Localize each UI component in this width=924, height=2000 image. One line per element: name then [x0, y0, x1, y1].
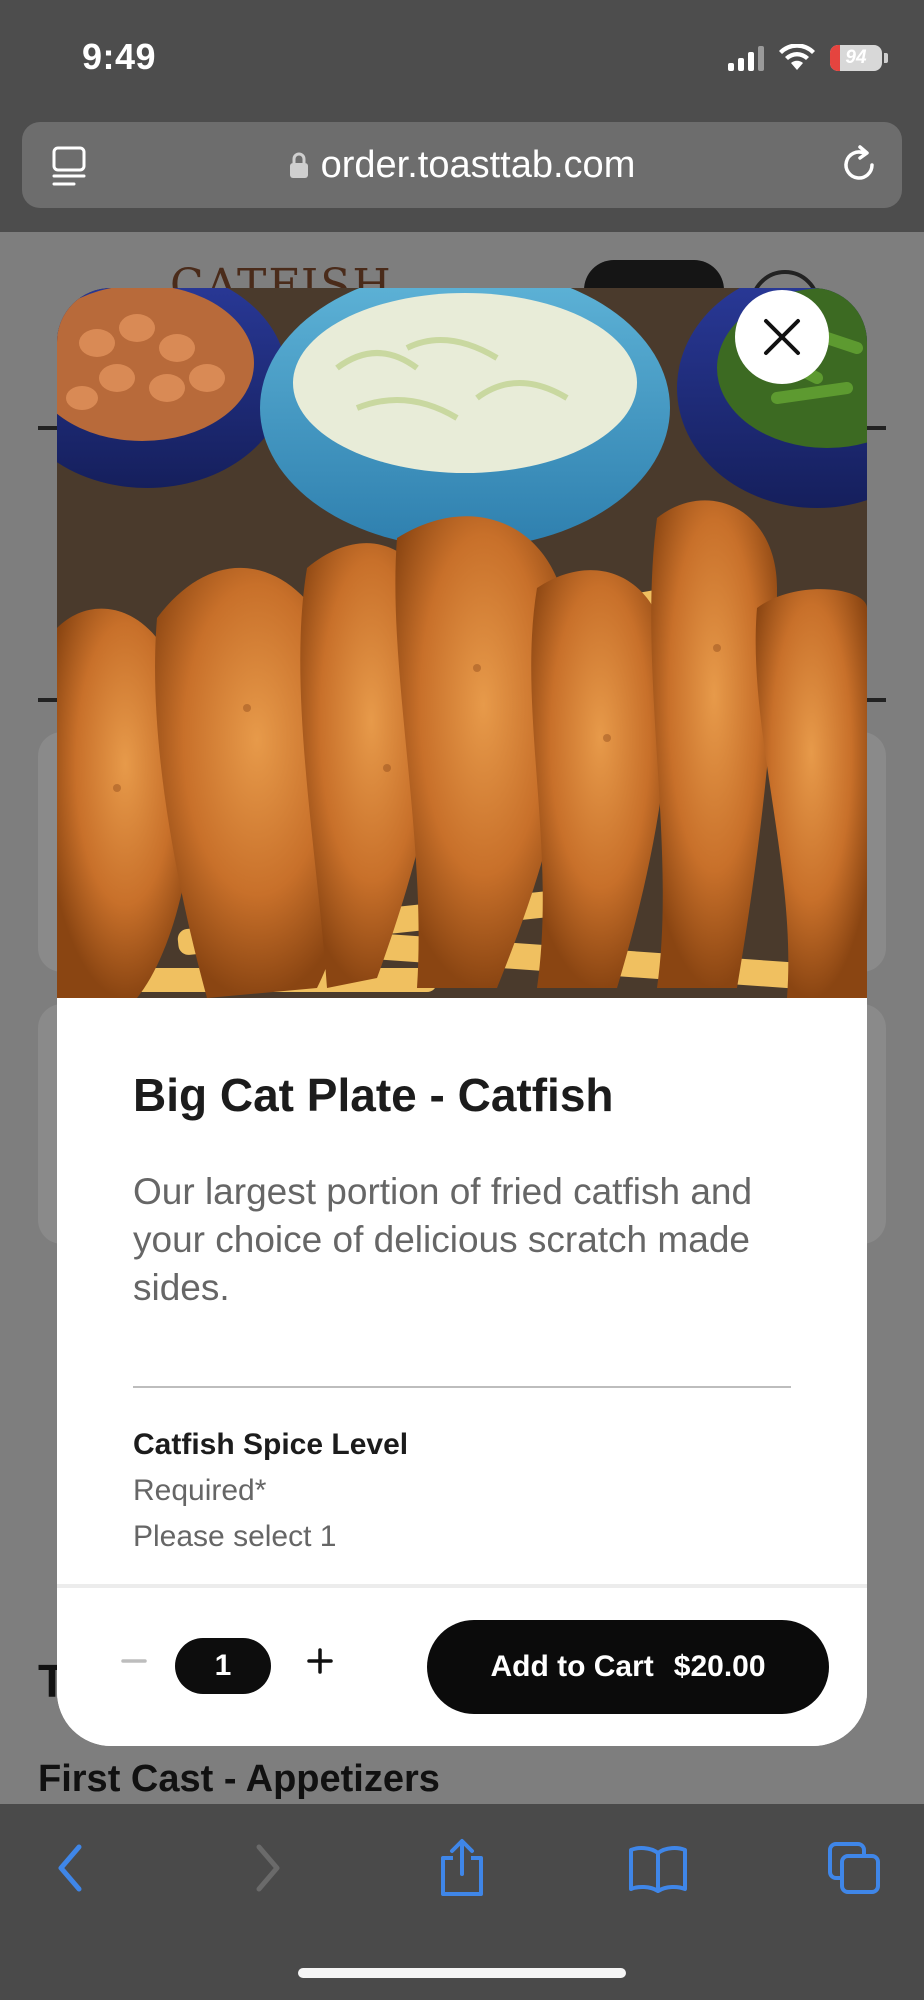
- add-to-cart-label: Add to Cart: [490, 1650, 654, 1683]
- back-button[interactable]: [40, 1838, 100, 1898]
- bookmarks-icon: [629, 1846, 687, 1893]
- tabs-button[interactable]: [824, 1838, 884, 1898]
- required-label: Required*: [133, 1474, 267, 1507]
- item-modal: Big Cat Plate - Catfish Our largest port…: [57, 288, 867, 1746]
- increase-quantity-button[interactable]: [295, 1636, 345, 1686]
- fried-catfish-image: [57, 288, 867, 998]
- decrease-quantity-button[interactable]: [109, 1636, 159, 1686]
- item-description: Our largest portion of fried catfish and…: [133, 1171, 753, 1308]
- bookmarks-button[interactable]: [628, 1838, 688, 1898]
- home-indicator: [298, 1968, 626, 1978]
- url-text[interactable]: order.toasttab.com: [321, 144, 636, 187]
- divider: [133, 1386, 791, 1388]
- status-time: 9:49: [82, 36, 157, 77]
- lock-icon: [289, 152, 308, 178]
- modifier-group-title: Catfish Spice Level: [133, 1428, 409, 1461]
- reload-icon[interactable]: [838, 144, 880, 186]
- wifi-icon: [779, 44, 815, 70]
- status-bar: 9:49 94: [0, 0, 924, 118]
- add-to-cart-button[interactable]: Add to Cart $20.00: [427, 1620, 829, 1714]
- close-button[interactable]: [735, 290, 829, 384]
- selection-instruction: Please select 1: [133, 1520, 337, 1553]
- section-title: First Cast - Appetizers: [38, 1758, 440, 1800]
- browser-header: order.toasttab.com: [0, 118, 924, 232]
- share-button[interactable]: [432, 1838, 492, 1898]
- minus-icon: [121, 1659, 147, 1663]
- status-icons: 94: [728, 40, 888, 76]
- address-bar[interactable]: order.toasttab.com: [22, 122, 902, 208]
- forward-icon: [256, 1844, 280, 1892]
- modal-footer: 1 Add to Cart $20.00: [57, 1584, 867, 1746]
- tabs-icon: [828, 1842, 880, 1894]
- item-photo: [57, 288, 867, 998]
- back-icon: [58, 1844, 82, 1892]
- item-title: Big Cat Plate - Catfish: [133, 1069, 614, 1121]
- price-label: $20.00: [673, 1650, 766, 1683]
- cellular-signal-icon: [728, 45, 764, 71]
- quantity-value: 1: [175, 1638, 271, 1694]
- forward-button[interactable]: [238, 1838, 298, 1898]
- battery-icon: 94: [830, 45, 882, 71]
- share-icon: [441, 1839, 483, 1896]
- plus-icon: [307, 1648, 333, 1674]
- close-icon: [764, 319, 800, 355]
- battery-level: 94: [845, 47, 867, 68]
